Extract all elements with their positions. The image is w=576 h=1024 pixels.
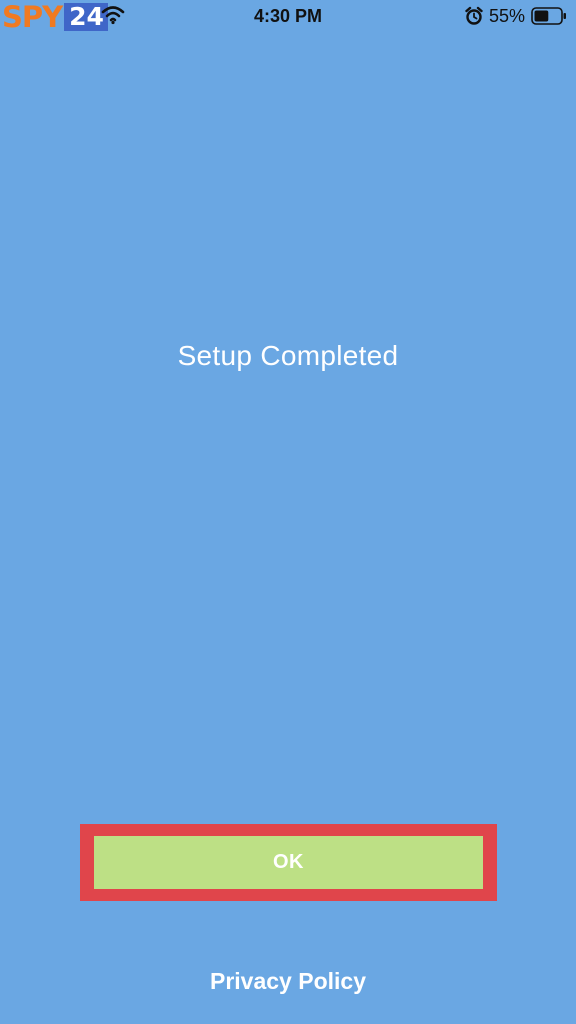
battery-icon xyxy=(531,7,566,25)
privacy-policy-link[interactable]: Privacy Policy xyxy=(0,968,576,995)
alarm-icon xyxy=(465,6,483,25)
ok-button-highlight: OK xyxy=(80,824,497,901)
battery-percentage: 55% xyxy=(489,6,526,26)
ok-button[interactable]: OK xyxy=(94,836,483,889)
status-bar: SPY 24 4:30 PM 55% xyxy=(0,0,576,34)
setup-completed-message: Setup Completed xyxy=(177,340,399,371)
